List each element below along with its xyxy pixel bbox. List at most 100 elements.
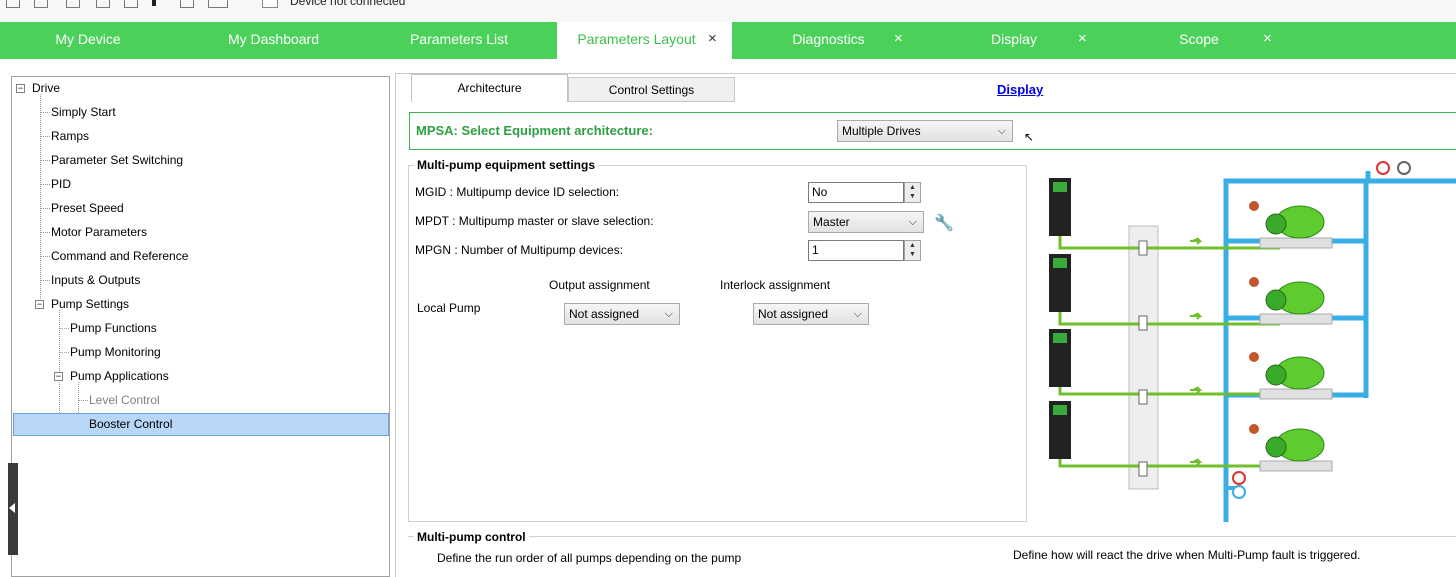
bus-panel xyxy=(1128,225,1159,490)
tab-my-device[interactable]: My Device xyxy=(0,22,176,59)
chevron-down-icon: ⌵ xyxy=(664,308,673,320)
pump-unit xyxy=(1249,352,1333,400)
tree-line xyxy=(40,136,50,137)
pin-icon[interactable] xyxy=(152,0,156,6)
mgid-spinner[interactable]: ▲ ▼ xyxy=(904,182,921,203)
pressure-gauge-icon xyxy=(1376,161,1390,175)
tab-label: My Dashboard xyxy=(227,31,320,47)
mgid-input[interactable]: No ▲ ▼ xyxy=(808,182,921,203)
display-link[interactable]: Display xyxy=(997,82,1043,97)
mpsa-selected-value: Multiple Drives xyxy=(842,124,921,138)
drive-screen xyxy=(1053,333,1067,343)
chevron-down-icon: ⌵ xyxy=(853,308,862,320)
connector-icon xyxy=(1138,240,1148,256)
tree-item-motor-parameters[interactable]: Motor Parameters xyxy=(51,222,147,242)
mpsa-select[interactable]: Multiple Drives ⌵ xyxy=(837,120,1013,142)
local-pump-label: Local Pump xyxy=(417,301,481,315)
tab-my-dashboard[interactable]: My Dashboard xyxy=(176,22,371,59)
tree-line xyxy=(78,400,88,401)
navigation-tree: − Drive Simply Start Ramps Parameter Set… xyxy=(11,76,390,577)
tree-line xyxy=(40,232,50,233)
valve-icon xyxy=(1249,424,1259,434)
tree-item-level-control[interactable]: Level Control xyxy=(89,390,160,410)
tree-item-preset-speed[interactable]: Preset Speed xyxy=(51,198,124,218)
back-icon[interactable] xyxy=(66,0,80,8)
tree-item-pump-monitoring[interactable]: Pump Monitoring xyxy=(70,342,161,362)
arrow-icon xyxy=(1190,237,1203,245)
pressure-sensor-icon xyxy=(1232,485,1246,499)
tree-line xyxy=(40,208,50,209)
top-toolbar: Device not connected xyxy=(0,0,1456,22)
close-icon[interactable]: × xyxy=(1263,22,1272,56)
wrench-icon[interactable]: 🔧 xyxy=(934,213,954,233)
spin-down-icon[interactable]: ▼ xyxy=(905,250,920,259)
pump-base xyxy=(1259,388,1333,400)
mpgn-spinner[interactable]: ▲ ▼ xyxy=(904,240,921,261)
tree-item-parameter-set-switching[interactable]: Parameter Set Switching xyxy=(51,150,183,170)
valve-icon xyxy=(1249,352,1259,362)
mpgn-input[interactable]: 1 ▲ ▼ xyxy=(808,240,921,261)
tab-parameters-layout[interactable]: Parameters Layout × xyxy=(557,22,732,59)
chevron-down-icon: ⌵ xyxy=(908,216,917,228)
tree-item-ramps[interactable]: Ramps xyxy=(51,126,89,146)
tree-line xyxy=(59,328,69,329)
tab-display[interactable]: Display × xyxy=(920,22,1106,59)
tab-parameters-list[interactable]: Parameters List xyxy=(371,22,547,59)
pump-base xyxy=(1259,460,1333,472)
close-icon[interactable]: × xyxy=(894,22,903,56)
valve-icon xyxy=(1249,277,1259,287)
subtab-control-settings[interactable]: Control Settings xyxy=(568,77,735,102)
forward-icon[interactable] xyxy=(96,0,110,8)
tree-item-command-and-reference[interactable]: Command and Reference xyxy=(51,246,188,266)
subtab-architecture[interactable]: Architecture xyxy=(411,74,568,102)
collapse-icon[interactable]: − xyxy=(35,300,44,309)
tab-label: Parameters List xyxy=(409,31,509,47)
tree-item-booster-control[interactable]: Booster Control xyxy=(13,413,389,436)
multipump-settings-title: Multi-pump equipment settings xyxy=(414,158,598,172)
close-icon[interactable]: × xyxy=(1078,22,1087,56)
undo-icon[interactable] xyxy=(34,0,48,8)
tree-item-pump-functions[interactable]: Pump Functions xyxy=(70,318,157,338)
interlock-assignment-value: Not assigned xyxy=(758,307,829,321)
main-tab-bar: My Device My Dashboard Parameters List P… xyxy=(0,22,1456,59)
collapse-panel-handle[interactable] xyxy=(8,463,18,555)
wire xyxy=(1058,387,1280,396)
spin-up-icon[interactable]: ▲ xyxy=(905,183,920,192)
tree-item-pump-applications[interactable]: Pump Applications xyxy=(70,366,169,386)
interlock-assignment-select[interactable]: Not assigned ⌵ xyxy=(753,303,869,325)
wire xyxy=(1058,459,1280,468)
save-icon[interactable] xyxy=(6,0,20,8)
tree-line xyxy=(59,352,69,353)
tab-diagnostics[interactable]: Diagnostics × xyxy=(737,22,920,59)
close-icon[interactable]: × xyxy=(708,22,717,56)
tree-item-simply-start[interactable]: Simply Start xyxy=(51,102,116,122)
tab-scope[interactable]: Scope × xyxy=(1106,22,1292,59)
refresh-icon[interactable] xyxy=(180,0,194,8)
network-icon[interactable] xyxy=(208,0,228,8)
collapse-icon[interactable]: − xyxy=(16,84,25,93)
tree-item-inputs-outputs[interactable]: Inputs & Outputs xyxy=(51,270,140,290)
connector-icon xyxy=(1138,389,1148,405)
pump-unit xyxy=(1249,424,1333,472)
upload-icon[interactable] xyxy=(124,0,138,8)
tree-item-drive[interactable]: Drive xyxy=(32,78,60,98)
collapse-icon[interactable]: − xyxy=(54,372,63,381)
fault-reaction-description: Define how will react the drive when Mul… xyxy=(1013,548,1361,562)
tree-line xyxy=(40,94,41,307)
tree-item-pump-settings[interactable]: Pump Settings xyxy=(51,294,129,314)
pumps xyxy=(1249,201,1333,472)
tree-line xyxy=(40,184,50,185)
tree-line xyxy=(40,160,50,161)
output-assignment-value: Not assigned xyxy=(569,307,640,321)
output-assignment-select[interactable]: Not assigned ⌵ xyxy=(564,303,680,325)
mpdt-select[interactable]: Master ⌵ xyxy=(808,211,924,233)
spin-up-icon[interactable]: ▲ xyxy=(905,241,920,250)
multipump-architecture-diagram xyxy=(1049,161,1456,522)
spin-down-icon[interactable]: ▼ xyxy=(905,192,920,201)
arrow-icon xyxy=(1190,386,1203,394)
pump-head xyxy=(1265,364,1287,386)
pump-base xyxy=(1259,313,1333,325)
flow-arrows xyxy=(1190,237,1203,466)
mpgn-value: 1 xyxy=(812,243,819,257)
tree-item-pid[interactable]: PID xyxy=(51,174,71,194)
